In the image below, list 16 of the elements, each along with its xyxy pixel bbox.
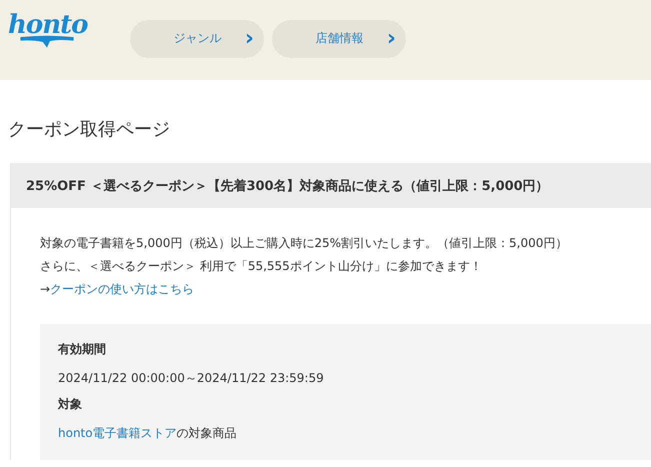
nav-button[interactable]: 店舗情報 ›	[272, 20, 406, 58]
page-title: クーポン取得ページ	[8, 118, 171, 141]
detail-label: 対象	[58, 396, 83, 413]
nav-button[interactable]: ジャンル ›	[130, 20, 264, 58]
howto-link[interactable]: クーポンの使い方はこちら	[50, 280, 194, 298]
detail-label: 有効期間	[58, 341, 107, 358]
chevron-icon: ›	[386, 28, 396, 50]
detail-value: honto電子書籍ストアの対象商品	[58, 425, 238, 442]
store-link[interactable]: honto電子書籍ストア	[58, 426, 177, 440]
logo-text[interactable]: honto	[8, 13, 88, 37]
arrow-text: →	[40, 281, 50, 298]
description-text: さらに、＜選べるクーポン＞ 利用で「55,555ポイント山分け」に参加できます！	[40, 258, 483, 275]
detail-value: 2024/11/22 00:00:00～2024/11/22 23:59:59	[58, 370, 325, 387]
coupon-title: 25%OFF ＜選べるクーポン＞【先着300名】対象商品に使える（値引上限：5,000円）	[11, 163, 651, 208]
chevron-icon: ›	[244, 28, 254, 50]
description-text: 対象の電子書籍を5,000円（税込）以上ご購入時に25%割引いたします。（値引上限：5,000円）	[40, 235, 568, 252]
